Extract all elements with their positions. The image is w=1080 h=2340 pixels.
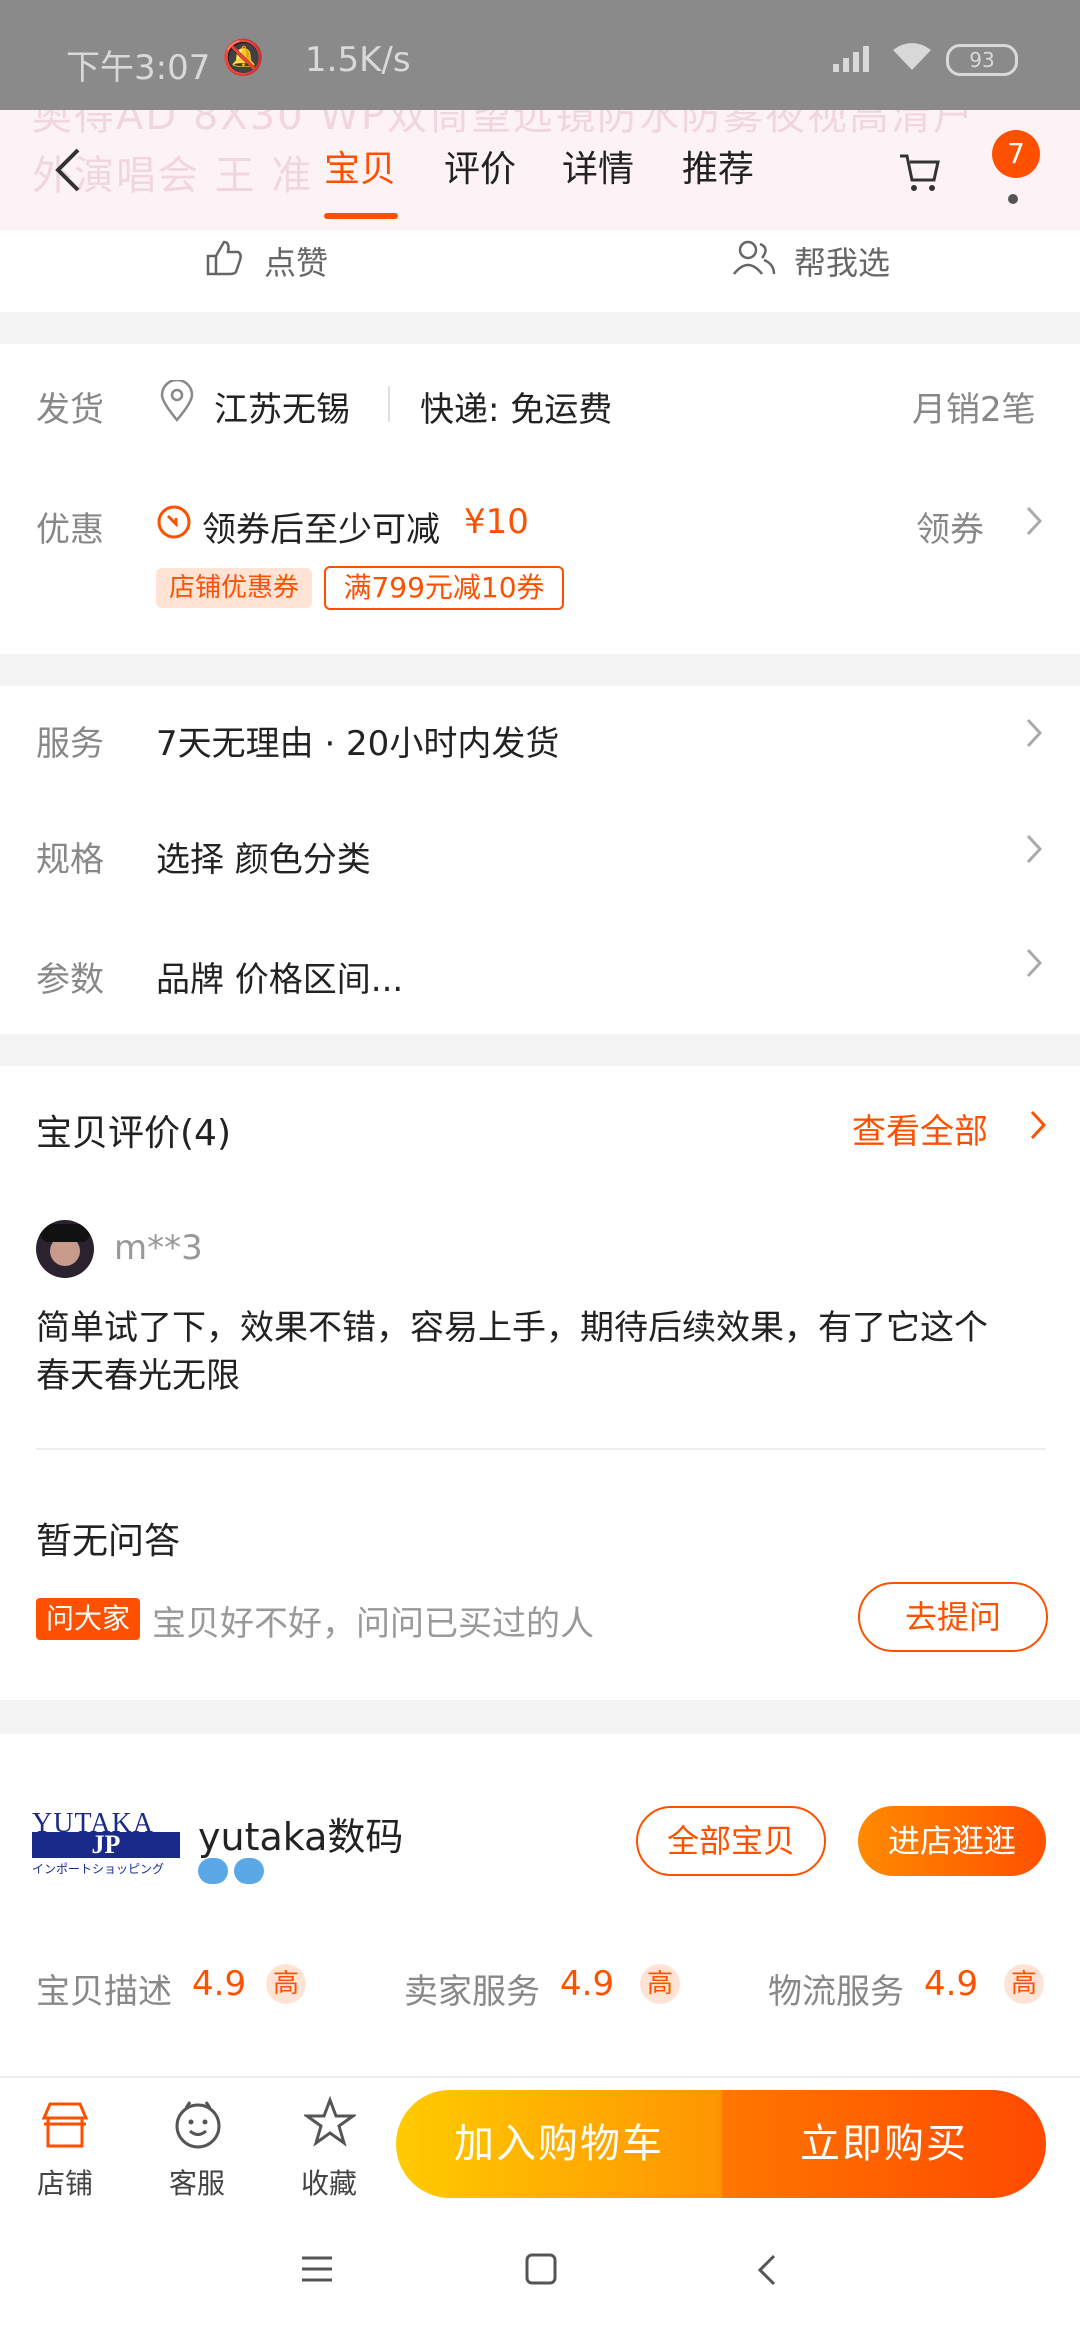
shop-logo[interactable]: YUTAKA JP インポートショッピング [32,1808,180,1876]
customer-service-tab[interactable]: 客服 [142,2078,252,2212]
customer-service-icon [175,2101,221,2149]
shop-crown-badges [198,1856,270,1886]
wifi-icon [893,43,931,70]
reviewer-avatar [36,1220,94,1278]
tab-details[interactable]: 详情 [562,140,634,192]
shop-name[interactable]: yutaka数码 [198,1806,403,1861]
location-pin-icon [160,380,194,422]
star-icon [304,2096,356,2147]
rating-level: 高 [266,1964,306,2004]
favorite-label: 收藏 [300,2167,357,2200]
tab-baby[interactable]: 宝贝 [324,140,396,192]
reviews-qa-card: 宝贝评价(4) 查看全部 m**3 简单试了下，效果不错，容易上手，期待后续效果… [0,1066,1080,1700]
signal-icon [833,46,869,72]
rating-score: 4.9 [560,1964,615,2004]
spec-row[interactable]: 规格 选择 颜色分类 [0,822,1080,922]
status-bar: 下午3:07 🔕 1.5K/s 93 [0,0,1080,110]
more-menu-icon[interactable] [1008,194,1018,204]
shop-coupon-tag: 店铺优惠券 [156,568,312,608]
qa-title: 暂无问答 [36,1521,181,1562]
back-triangle-icon[interactable] [756,2252,778,2288]
rating-level: 高 [640,1964,680,2004]
promo-label: 优惠 [36,510,104,550]
spec-label: 规格 [36,840,104,880]
params-value: 品牌 价格区间... [156,960,404,1000]
chevron-right-icon [1026,948,1043,978]
service-value: 7天无理由 · 20小时内发货 [156,724,560,764]
store-label: 店铺 [36,2167,93,2200]
message-count-badge[interactable]: 7 [992,130,1040,178]
favorite-tab[interactable]: 收藏 [274,2078,384,2212]
chevron-right-icon [1026,718,1043,748]
rating-level: 高 [1004,1964,1044,2004]
params-row[interactable]: 参数 品牌 价格区间... [0,940,1080,1030]
divider [36,1448,1046,1450]
home-square-icon[interactable] [524,2252,558,2286]
store-tab[interactable]: 店铺 [10,2078,120,2212]
chevron-right-icon[interactable] [1024,504,1044,538]
shipping-label: 发货 [36,390,104,430]
rating-label: 物流服务 [768,1972,904,2012]
spec-value: 选择 颜色分类 [156,840,371,880]
all-items-button[interactable]: 全部宝贝 [636,1806,826,1876]
buy-now-button[interactable]: 立即购买 [722,2090,1046,2198]
status-time: 下午3:07 [66,48,211,88]
bottom-action-bar: 店铺 客服 收藏 加入购物车 立即购买 [0,2076,1080,2212]
active-tab-indicator [324,213,398,219]
service-spec-card: 服务 7天无理由 · 20小时内发货 规格 选择 颜色分类 参数 品牌 价格区间… [0,686,1080,1034]
review-content-line1: 简单试了下，效果不错，容易上手，期待后续效果，有了它这个 [36,1308,988,1348]
reviewer-name: m**3 [114,1228,203,1268]
people-icon [733,240,776,275]
coupon-description: 领券后至少可减 [202,510,440,550]
service-label: 服务 [36,724,104,764]
shop-card: YUTAKA JP インポートショッピング yutaka数码 全部宝贝 进店逛逛… [0,1734,1080,2076]
qa-prompt: 宝贝好不好，问问已买过的人 [152,1604,594,1644]
coupon-arrow-icon [157,505,191,539]
reviews-title: 宝贝评价(4) [36,1113,231,1154]
threshold-coupon-tag[interactable]: 满799元减10券 [324,566,564,610]
review-content-line2: 春天春光无限 [36,1356,240,1396]
delivery-fee: 快递: 免运费 [420,390,613,430]
mute-bell-icon: 🔕 [222,38,265,78]
thumbs-up-icon [206,240,242,276]
ask-question-button[interactable]: 去提问 [858,1582,1048,1652]
customer-service-label: 客服 [168,2167,225,2200]
rating-score: 4.9 [924,1964,979,2004]
monthly-sales: 月销2笔 [912,390,1036,430]
params-label: 参数 [36,960,104,1000]
chevron-right-icon [1026,834,1043,864]
ask-everyone-tag: 问大家 [36,1598,140,1640]
rating-label: 卖家服务 [404,1972,540,2012]
cart-icon[interactable] [898,150,942,194]
coupon-amount: ¥10 [464,502,529,542]
get-coupon-link[interactable]: 领券 [916,502,984,551]
help-choose-button[interactable]: 帮我选 [794,238,890,284]
divider [388,386,390,422]
network-speed: 1.5K/s [305,40,411,80]
chevron-right-icon[interactable] [1028,1108,1048,1142]
tab-reviews[interactable]: 评价 [444,140,516,192]
service-row[interactable]: 服务 7天无理由 · 20小时内发货 [0,706,1080,806]
battery-indicator: 93 [946,44,1018,76]
system-navigation-bar [0,2210,1080,2340]
shipping-promo-card: 发货 江苏无锡 快递: 免运费 月销2笔 优惠 领券后至少可减 ¥10 领券 店… [0,344,1080,654]
product-header: 奥得AD 8X30 WP双筒望远镜防水防雾夜视高清户外演唱会 王 准 宝贝 评价… [0,110,1080,230]
social-actions: 点赞 帮我选 [0,230,1080,312]
view-all-reviews-link[interactable]: 查看全部 [852,1104,988,1153]
back-arrow-icon[interactable] [48,140,88,200]
enter-shop-button[interactable]: 进店逛逛 [858,1806,1046,1876]
menu-icon[interactable] [300,2254,334,2284]
store-icon [41,2102,89,2148]
ship-from-location: 江苏无锡 [214,390,350,430]
rating-label: 宝贝描述 [36,1972,172,2012]
rating-score: 4.9 [192,1964,247,2004]
like-button[interactable]: 点赞 [264,238,328,284]
tab-recommend[interactable]: 推荐 [682,140,754,192]
add-to-cart-button[interactable]: 加入购物车 [396,2090,722,2198]
